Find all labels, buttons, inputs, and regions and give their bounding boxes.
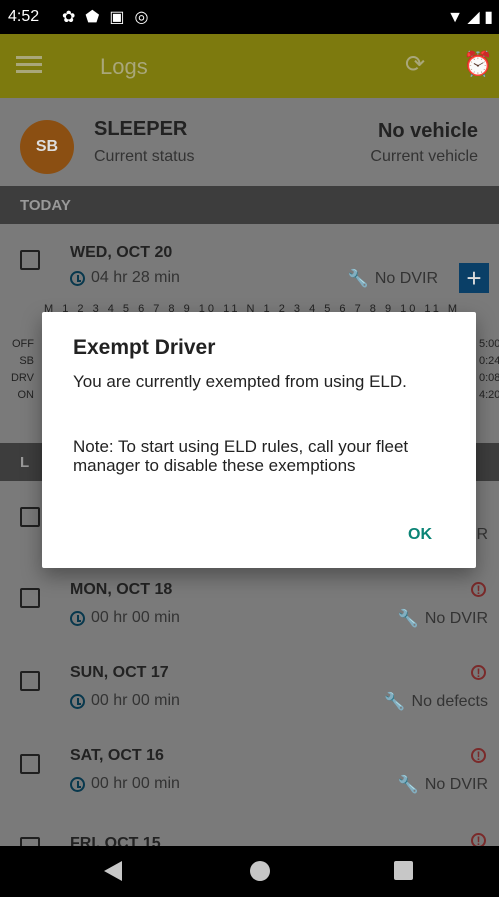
log-checkbox[interactable] [20, 754, 40, 774]
add-dvir-button[interactable]: + [459, 263, 489, 293]
home-icon[interactable] [250, 861, 270, 881]
sd-card-icon: ▣ [109, 9, 125, 26]
today-log-date: WED, OCT 20 [70, 244, 173, 261]
log-dvir: 🔧 No defects [384, 692, 488, 712]
status-icons: ✿ ⬟ ▣ ◎ [62, 7, 148, 27]
log-duration: 00 hr 00 min [70, 609, 180, 627]
section-today-label: TODAY [20, 197, 71, 214]
page-title: Logs [100, 54, 148, 79]
dialog-title: Exempt Driver [73, 336, 216, 359]
profile-status-card: SB SLEEPER Current status No vehicle Cur… [0, 98, 499, 186]
clock-icon [70, 693, 85, 709]
menu-icon[interactable] [16, 52, 42, 78]
exempt-driver-dialog: Exempt Driver You are currently exempted… [42, 312, 476, 568]
alert-icon: ! [471, 748, 486, 763]
shield-icon: ⬟ [85, 9, 100, 26]
log-date: SAT, OCT 16 [70, 747, 164, 764]
graph-label-drv: DRV [10, 372, 34, 384]
graph-total-off: 5:00 [479, 338, 499, 350]
current-status: SLEEPER [94, 118, 188, 140]
log-row-oct-15[interactable]: FRI, OCT 15 ! [0, 811, 499, 846]
sync-icon[interactable]: ⟳ [405, 50, 425, 79]
clock-icon [70, 610, 85, 626]
log-date: SUN, OCT 17 [70, 664, 169, 681]
hidden-log-dvir-text: R [476, 526, 488, 543]
log-dvir: 🔧 No DVIR [398, 775, 488, 795]
log-dvir: 🔧 No DVIR [398, 609, 488, 629]
clock-icon [70, 776, 85, 792]
status-bar: 4:52 ✿ ⬟ ▣ ◎ ▼ ◢ ▮ [0, 0, 499, 34]
section-today: TODAY [0, 186, 499, 224]
today-log-dvir: 🔧 No DVIR [348, 269, 438, 289]
log-date: MON, OCT 18 [70, 581, 173, 598]
today-log-duration-text: 04 hr 28 min [91, 269, 180, 286]
dialog-note: Note: To start using ELD rules, call you… [73, 437, 409, 475]
alert-icon: ! [471, 582, 486, 597]
clock-icon [70, 270, 85, 286]
graph-total-sb: 0:24 [479, 355, 499, 367]
graph-label-off: OFF [12, 338, 34, 350]
wifi-icon: ▼ [447, 9, 463, 26]
app-bar: Logs ⟳ ⏰ [0, 34, 499, 98]
at-sign-icon: ◎ [134, 9, 149, 26]
log-dvir-text: No defects [411, 693, 488, 710]
alert-icon: ! [471, 833, 486, 846]
recent-apps-icon[interactable] [394, 861, 413, 880]
graph-status-labels: OFF SB DRV ON [0, 336, 34, 404]
log-dvir-text: No DVIR [424, 610, 488, 627]
back-icon[interactable] [104, 861, 122, 881]
current-vehicle: No vehicle [377, 120, 478, 142]
hidden-log-dvir: R [476, 526, 488, 544]
wrench-icon: 🔧 [347, 269, 369, 288]
log-duration: 00 hr 00 min [70, 775, 180, 793]
log-date: FRI, OCT 15 [70, 835, 161, 846]
battery-icon: ▮ [484, 9, 493, 26]
status-time: 4:52 [8, 8, 40, 25]
avatar: SB [20, 120, 74, 174]
graph-total-on: 4:20 [479, 389, 499, 401]
section-last-label: L [20, 454, 30, 471]
log-dvir-text: No DVIR [424, 776, 488, 793]
today-log-duration: 04 hr 28 min [70, 269, 180, 287]
log-duration: 00 hr 00 min [70, 692, 180, 710]
signal-icon: ◢ [467, 9, 480, 26]
graph-label-sb: SB [19, 355, 34, 367]
wrench-icon: 🔧 [397, 609, 419, 628]
system-indicators: ▼ ◢ ▮ [447, 7, 493, 27]
log-row-oct-17[interactable]: SUN, OCT 17 ! 00 hr 00 min 🔧 No defects [0, 645, 499, 729]
wrench-icon: 🔧 [384, 692, 406, 711]
graph-status-totals: 5:00 0:24 0:08 4:20 [479, 336, 499, 404]
log-duration-text: 00 hr 00 min [91, 775, 180, 792]
log-duration-text: 00 hr 00 min [91, 609, 180, 626]
ok-button[interactable]: OK [408, 526, 432, 544]
log-duration-text: 00 hr 00 min [91, 692, 180, 709]
today-log-checkbox[interactable] [20, 250, 40, 270]
log-checkbox[interactable] [20, 588, 40, 608]
dialog-message: You are currently exempted from using EL… [73, 372, 407, 391]
log-row-oct-18[interactable]: MON, OCT 18 ! 00 hr 00 min 🔧 No DVIR [0, 562, 499, 646]
current-vehicle-label: Current vehicle [370, 148, 478, 165]
alert-icon: ! [471, 665, 486, 680]
settings-icon: ✿ [62, 9, 76, 26]
log-checkbox[interactable] [20, 837, 40, 846]
alarm-icon[interactable]: ⏰ [463, 50, 493, 79]
log-row-oct-16[interactable]: SAT, OCT 16 ! 00 hr 00 min 🔧 No DVIR [0, 728, 499, 812]
navigation-bar [0, 846, 499, 897]
log-checkbox[interactable] [20, 671, 40, 691]
wrench-icon: 🔧 [397, 775, 419, 794]
graph-total-drv: 0:08 [479, 372, 499, 384]
today-log-dvir-text: No DVIR [374, 270, 438, 287]
graph-label-on: ON [17, 389, 35, 401]
hidden-log-checkbox[interactable] [20, 507, 40, 527]
current-status-label: Current status [94, 148, 195, 165]
